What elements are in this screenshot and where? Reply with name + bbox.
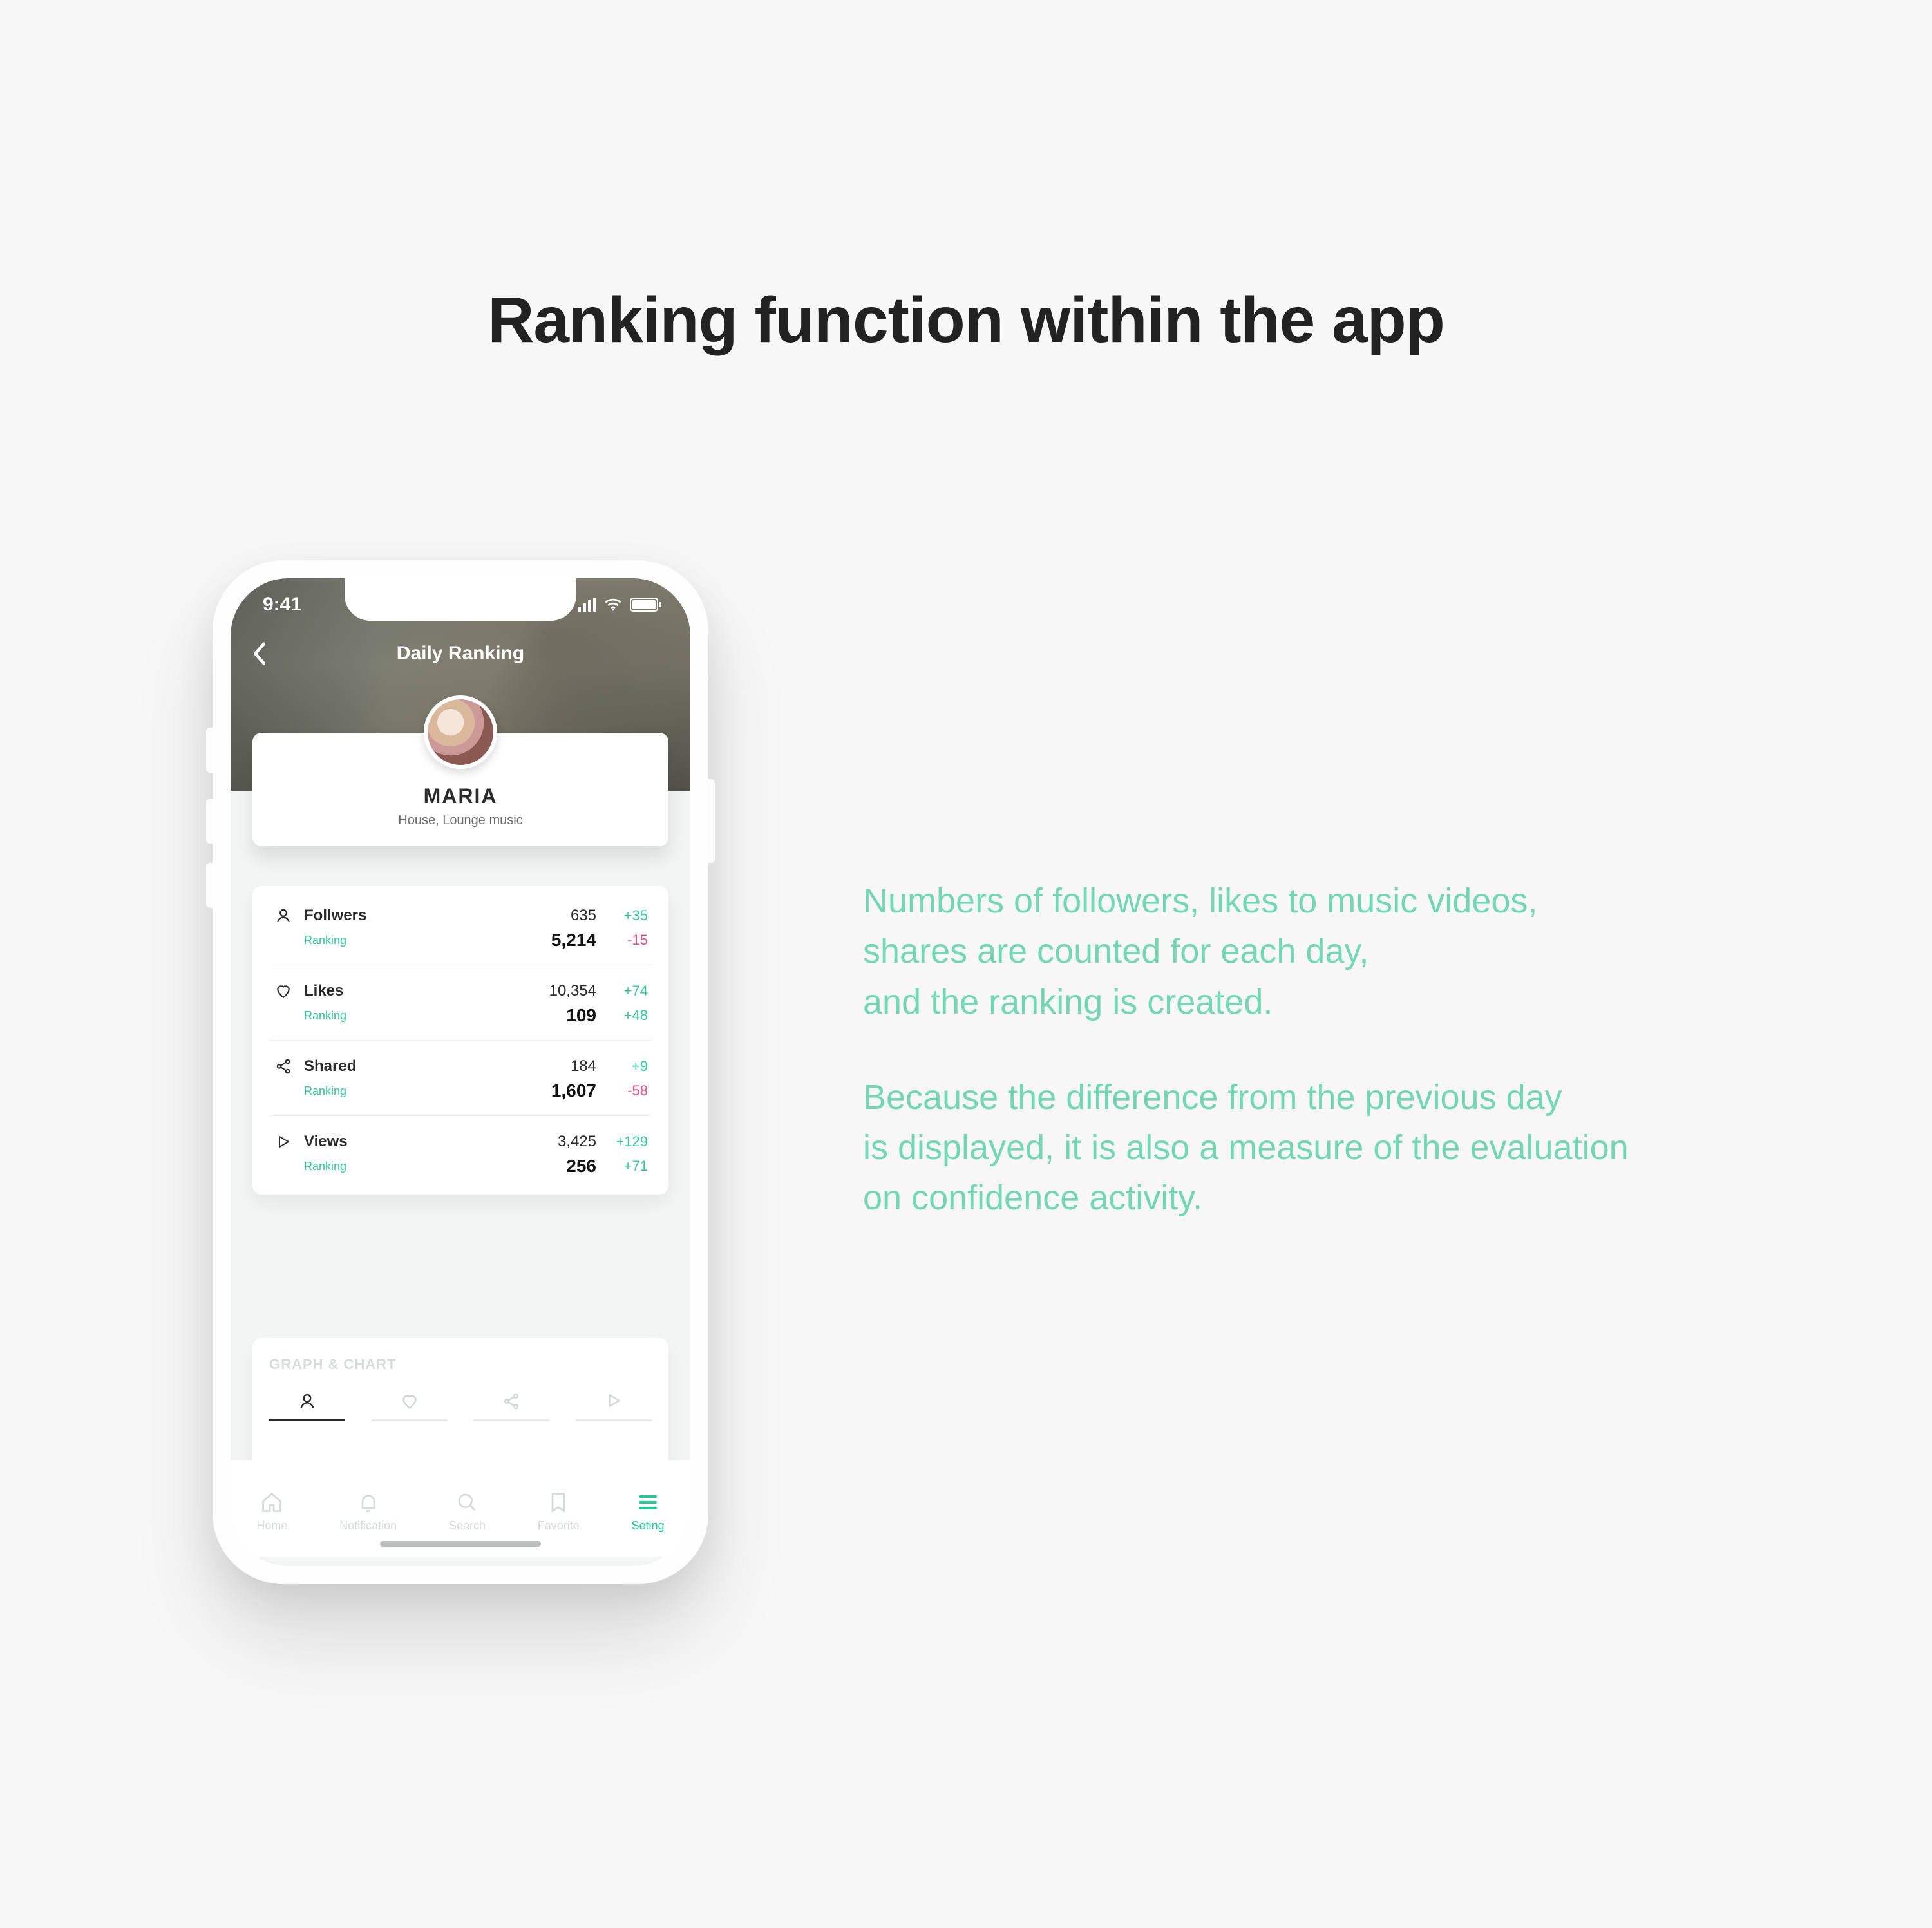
stat-delta: +129	[596, 1133, 648, 1150]
status-bar: 9:41	[231, 594, 690, 616]
rank-value: 256	[519, 1156, 596, 1177]
ranking-label: Ranking	[304, 934, 346, 947]
graph-tab-share[interactable]	[473, 1392, 549, 1421]
nav-home[interactable]: Home	[256, 1491, 287, 1533]
stat-value: 184	[519, 1057, 596, 1075]
stat-row-followers[interactable]: Follwers 635 +35 Ranking 5,214 -15	[269, 890, 652, 965]
stat-label: Shared	[304, 1057, 356, 1075]
wifi-icon	[604, 598, 622, 612]
page-title: Ranking function within the app	[0, 283, 1932, 357]
graph-title: GRAPH & CHART	[269, 1356, 652, 1373]
phone-mockup: 9:41 Daily Ranking MARIA House, Lounge m…	[213, 560, 708, 1584]
stat-delta: +35	[596, 907, 648, 924]
home-icon	[260, 1491, 283, 1514]
person-icon	[298, 1392, 316, 1410]
rank-delta: +48	[596, 1007, 648, 1024]
graph-tab-heart[interactable]	[372, 1392, 448, 1421]
nav-bar: Daily Ranking	[231, 643, 690, 665]
play-icon	[605, 1392, 622, 1409]
rank-delta: +71	[596, 1158, 648, 1175]
status-time: 9:41	[263, 594, 301, 616]
graph-card: GRAPH & CHART	[252, 1338, 668, 1473]
profile-subtitle: House, Lounge music	[265, 813, 656, 828]
avatar[interactable]	[424, 695, 497, 769]
nav-label: Search	[449, 1519, 486, 1533]
description-block: Numbers of followers, likes to music vid…	[863, 876, 1765, 1269]
stats-card: Follwers 635 +35 Ranking 5,214 -15 Likes…	[252, 886, 668, 1195]
play-icon	[273, 1134, 294, 1149]
stat-label: Follwers	[304, 907, 366, 925]
back-button[interactable]	[252, 641, 268, 666]
nav-label: Seting	[632, 1519, 665, 1533]
stat-value: 635	[519, 907, 596, 925]
stat-row-likes[interactable]: Likes 10,354 +74 Ranking 109 +48	[269, 965, 652, 1041]
profile-card: MARIA House, Lounge music	[252, 733, 668, 846]
description-p1: Numbers of followers, likes to music vid…	[863, 876, 1765, 1027]
nav-label: Notification	[339, 1519, 397, 1533]
nav-label: Home	[256, 1519, 287, 1533]
ranking-label: Ranking	[304, 1160, 346, 1173]
bookmark-icon	[547, 1491, 570, 1514]
rank-delta: -15	[596, 932, 648, 949]
rank-value: 1,607	[519, 1081, 596, 1101]
rank-value: 5,214	[519, 930, 596, 950]
share-icon	[502, 1392, 520, 1410]
share-icon	[273, 1058, 294, 1075]
menu-icon	[636, 1491, 659, 1514]
stat-value: 10,354	[519, 982, 596, 1000]
home-indicator[interactable]	[380, 1541, 541, 1547]
graph-tab-person[interactable]	[269, 1392, 345, 1421]
stat-label: Likes	[304, 982, 343, 1000]
profile-name: MARIA	[265, 784, 656, 808]
stat-delta: +9	[596, 1058, 648, 1075]
nav-notification[interactable]: Notification	[339, 1491, 397, 1533]
rank-value: 109	[519, 1005, 596, 1026]
rank-delta: -58	[596, 1082, 648, 1099]
status-icons	[578, 598, 658, 612]
nav-favorite[interactable]: Favorite	[538, 1491, 580, 1533]
phone-screen: 9:41 Daily Ranking MARIA House, Lounge m…	[231, 578, 690, 1566]
heart-icon	[273, 983, 294, 999]
bell-icon	[357, 1491, 380, 1514]
search-icon	[455, 1491, 478, 1514]
stat-row-shared[interactable]: Shared 184 +9 Ranking 1,607 -58	[269, 1041, 652, 1116]
stat-value: 3,425	[519, 1133, 596, 1151]
ranking-label: Ranking	[304, 1009, 346, 1023]
description-p2: Because the difference from the previous…	[863, 1072, 1765, 1224]
bottom-nav: Home Notification Search Favorite Seting	[231, 1460, 690, 1557]
stat-row-views[interactable]: Views 3,425 +129 Ranking 256 +71	[269, 1116, 652, 1191]
nav-search[interactable]: Search	[449, 1491, 486, 1533]
graph-tab-play[interactable]	[576, 1392, 652, 1421]
stat-label: Views	[304, 1133, 348, 1151]
person-icon	[273, 907, 294, 924]
battery-icon	[630, 598, 658, 612]
heart-icon	[401, 1392, 419, 1410]
nav-title: Daily Ranking	[397, 643, 524, 665]
nav-setting[interactable]: Seting	[632, 1491, 665, 1533]
stat-delta: +74	[596, 983, 648, 999]
ranking-label: Ranking	[304, 1084, 346, 1098]
nav-label: Favorite	[538, 1519, 580, 1533]
signal-icon	[578, 598, 596, 612]
